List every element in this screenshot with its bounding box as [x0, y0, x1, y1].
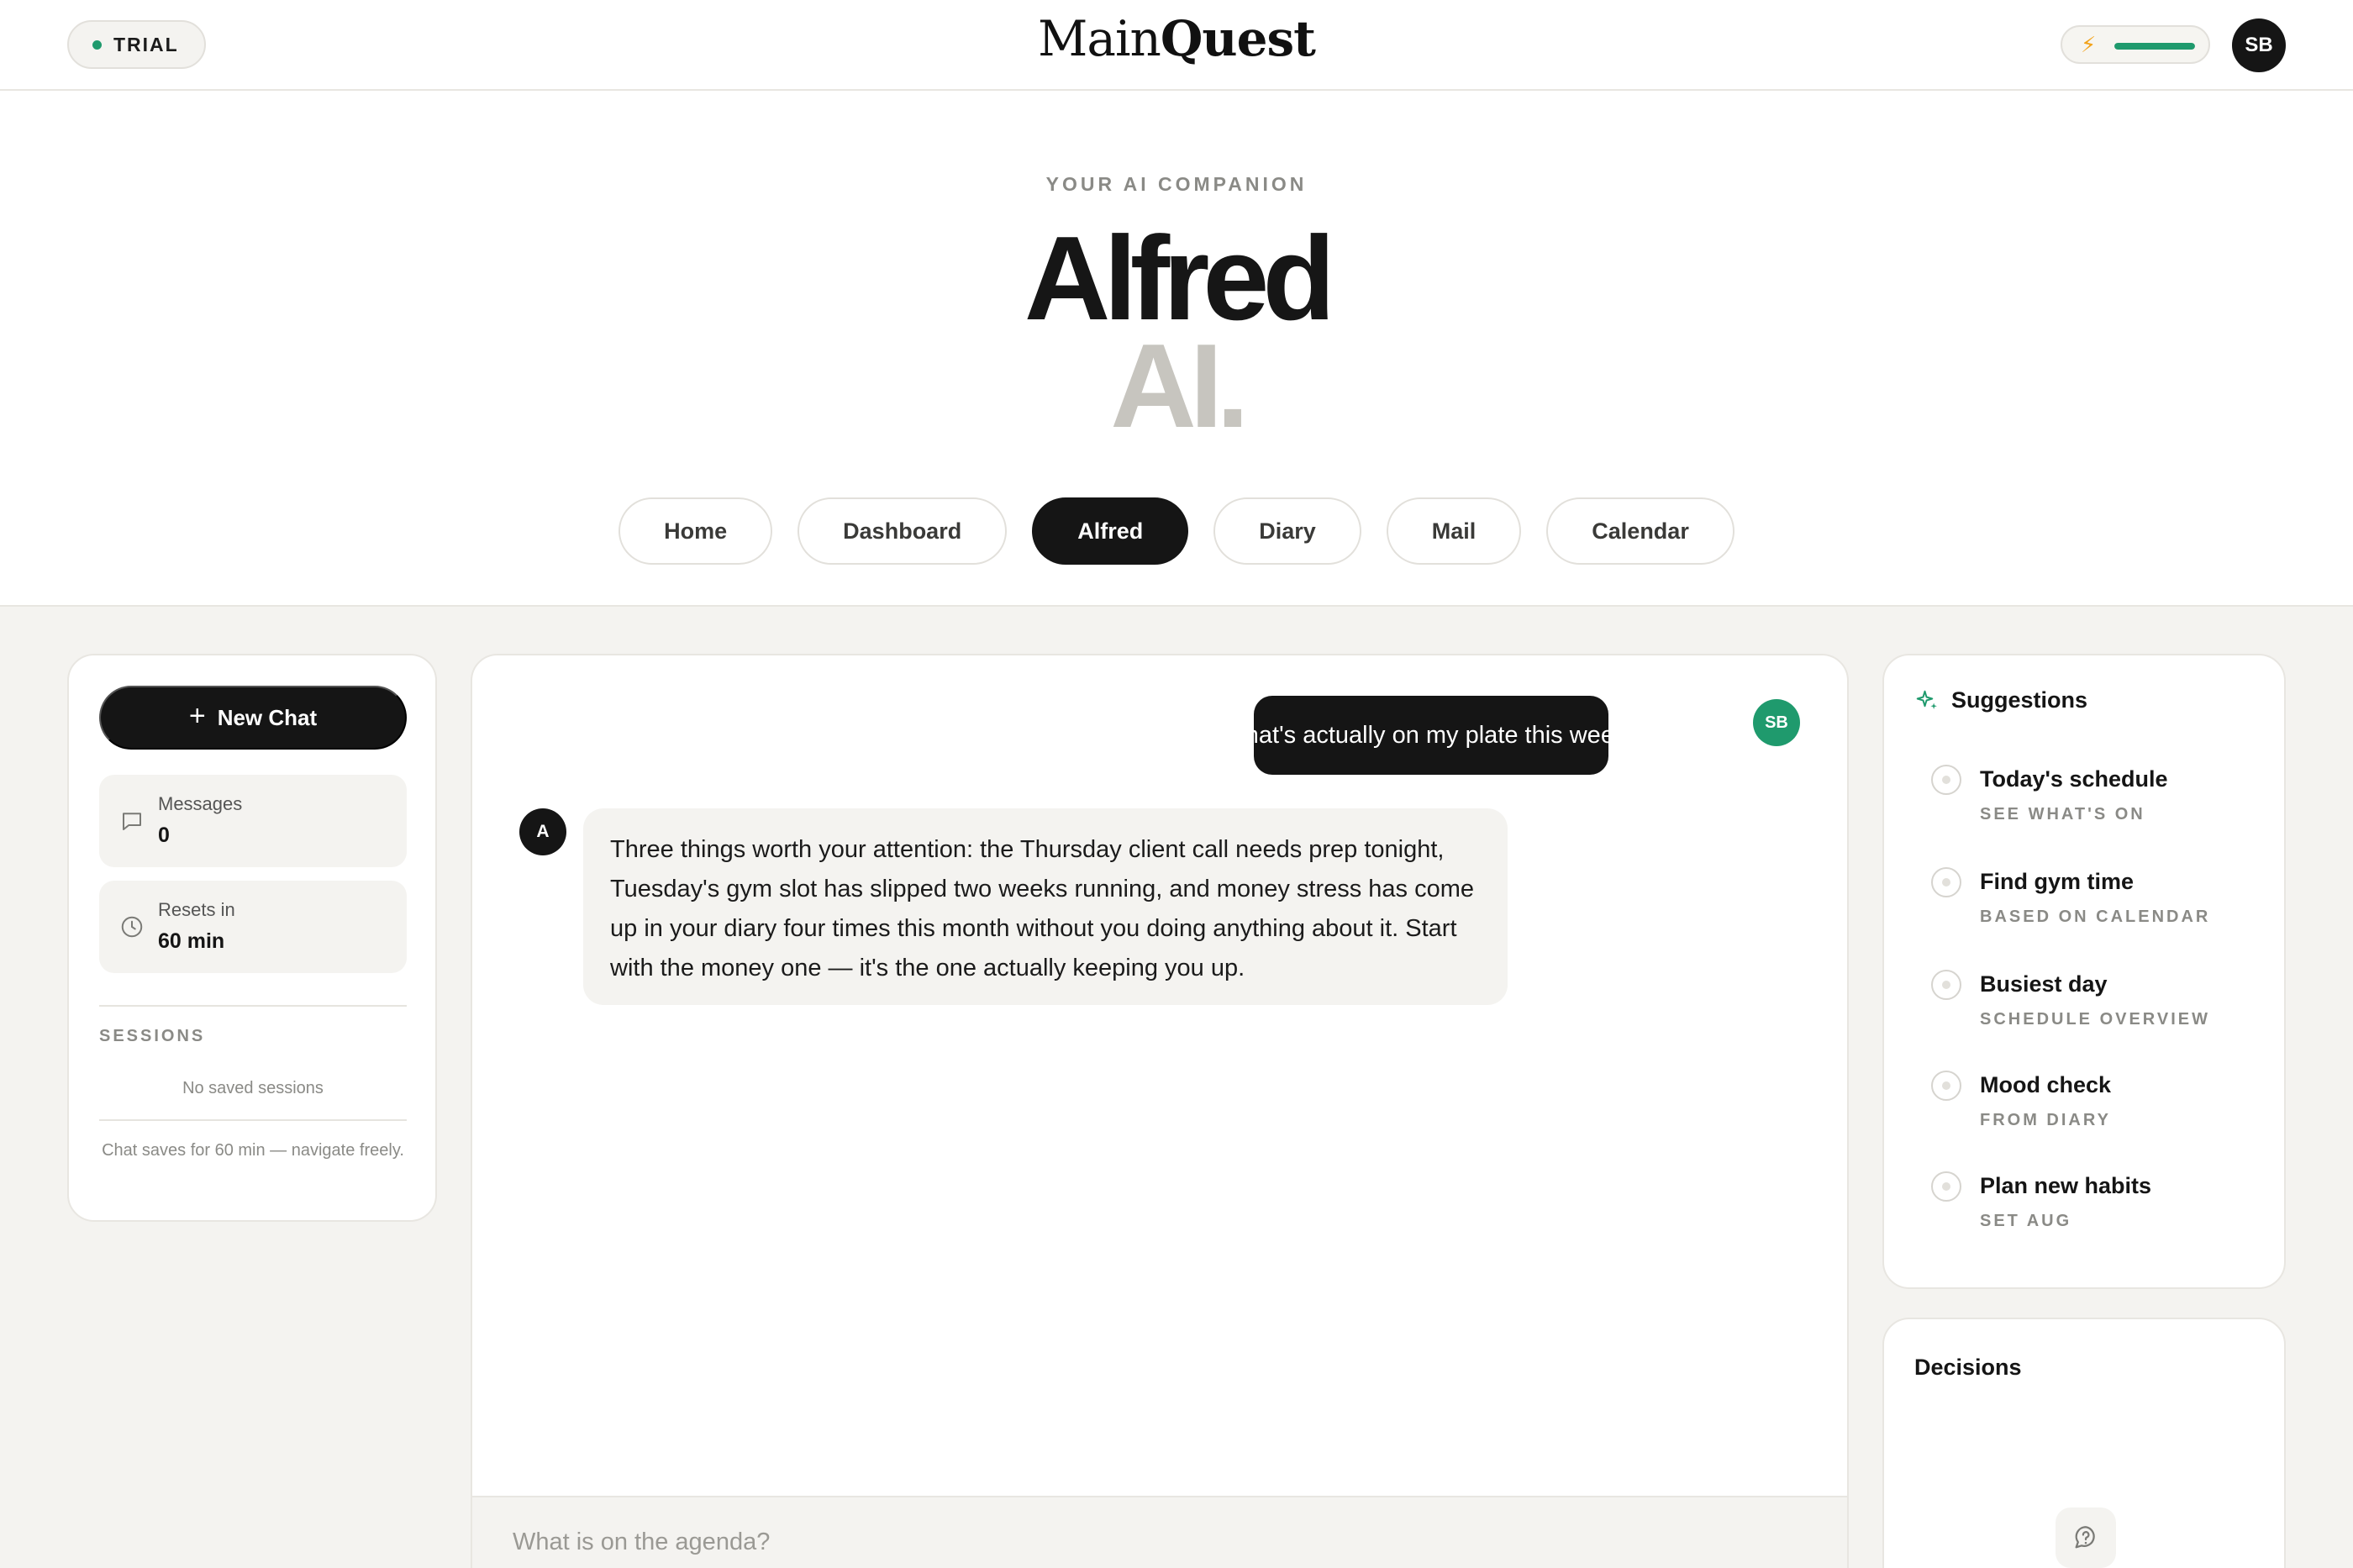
- reset-timer-stat: Resets in 60 min: [99, 881, 407, 973]
- chat-input[interactable]: [513, 1521, 1773, 1563]
- energy-bar: [2114, 43, 2195, 50]
- decisions-panel: Decisions: [1882, 1318, 2286, 1568]
- chat-sidebar: + New Chat Messages 0 Resets in 60 min S…: [67, 654, 437, 1222]
- logo-regular: Main: [1038, 10, 1161, 67]
- assistant-avatar: A: [519, 808, 566, 855]
- message-composer: [472, 1496, 1847, 1568]
- top-bar: TRIAL MainQuest ⚡ SB: [0, 0, 2353, 91]
- energy-bar-fill: [2114, 43, 2195, 50]
- page-subtitle: AI.: [1110, 319, 1249, 453]
- suggestion-find-gym-time[interactable]: Find gym time BASED ON CALENDAR: [1931, 867, 2267, 943]
- suggestion-title: Mood check: [1980, 1072, 2112, 1097]
- suggestion-mood-check[interactable]: Mood check FROM DIARY: [1931, 1071, 2267, 1146]
- radio-icon: [1931, 867, 1961, 897]
- nav-diary[interactable]: Diary: [1213, 497, 1361, 565]
- energy-meter[interactable]: ⚡: [2061, 25, 2210, 64]
- nav-alfred[interactable]: Alfred: [1032, 497, 1189, 565]
- new-chat-label: New Chat: [217, 704, 318, 730]
- resets-label: Resets in: [158, 899, 235, 920]
- message-icon: [123, 813, 141, 830]
- user-avatar[interactable]: SB: [2232, 18, 2286, 72]
- logo-bold: Quest: [1160, 10, 1316, 67]
- suggestion-subtitle: SCHEDULE OVERVIEW: [1980, 1010, 2210, 1029]
- radio-icon: [1931, 1171, 1961, 1202]
- suggestion-title: Find gym time: [1980, 869, 2135, 894]
- suggestion-title: Today's schedule: [1980, 766, 2168, 792]
- clock-icon: [121, 916, 143, 938]
- resets-value: 60 min: [158, 929, 225, 953]
- messages-label: Messages: [158, 793, 243, 814]
- assistant-message: Three things worth your attention: the T…: [583, 808, 1508, 1005]
- suggestions-panel: Suggestions Today's schedule SEE WHAT'S …: [1882, 654, 2286, 1289]
- nav-home[interactable]: Home: [619, 497, 773, 565]
- question-bubble-icon[interactable]: [2056, 1507, 2116, 1568]
- nav-mail[interactable]: Mail: [1386, 497, 1522, 565]
- user-message-avatar: SB: [1753, 699, 1800, 746]
- suggestions-title: Suggestions: [1951, 687, 2088, 713]
- messages-stat: Messages 0: [99, 775, 407, 867]
- suggestion-title: Plan new habits: [1980, 1173, 2152, 1198]
- workspace: + New Chat Messages 0 Resets in 60 min S…: [0, 605, 2353, 1568]
- messages-count: 0: [158, 823, 170, 847]
- app-logo[interactable]: MainQuest: [0, 10, 2353, 67]
- suggestion-title: Busiest day: [1980, 971, 2108, 997]
- radio-icon: [1931, 970, 1961, 1000]
- save-note: Chat saves for 60 min — navigate freely.: [102, 1141, 404, 1160]
- suggestion-subtitle: SET AUG: [1980, 1212, 2072, 1230]
- suggestion-plan-new-habits[interactable]: Plan new habits SET AUG: [1931, 1171, 2267, 1247]
- suggestions-header: Suggestions: [1914, 687, 2087, 713]
- sparkle-icon: [1916, 690, 1937, 709]
- sessions-heading: SESSIONS: [99, 1027, 206, 1045]
- suggestion-busiest-day[interactable]: Busiest day SCHEDULE OVERVIEW: [1931, 970, 2267, 1045]
- empty-sessions-text: No saved sessions: [182, 1079, 324, 1097]
- suggestion-todays-schedule[interactable]: Today's schedule SEE WHAT'S ON: [1931, 765, 2267, 840]
- user-message: What's actually on my plate this week?: [1222, 696, 1640, 775]
- divider: [99, 1005, 407, 1007]
- suggestion-subtitle: FROM DIARY: [1980, 1111, 2111, 1129]
- plus-icon: +: [188, 700, 206, 732]
- nav-calendar[interactable]: Calendar: [1546, 497, 1734, 565]
- suggestion-subtitle: BASED ON CALENDAR: [1980, 908, 2211, 926]
- hero-eyebrow: YOUR AI COMPANION: [1045, 173, 1308, 195]
- divider: [99, 1119, 407, 1121]
- nav-dashboard[interactable]: Dashboard: [797, 497, 1008, 565]
- suggestion-subtitle: SEE WHAT'S ON: [1980, 805, 2145, 823]
- decisions-title: Decisions: [1914, 1355, 2022, 1380]
- chat-panel: What's actually on my plate this week? S…: [471, 654, 1849, 1568]
- lightning-bolt-icon: ⚡: [2081, 32, 2097, 57]
- new-chat-button[interactable]: + New Chat: [99, 686, 407, 750]
- radio-icon: [1931, 1071, 1961, 1101]
- main-nav: Home Dashboard Alfred Diary Mail Calenda…: [0, 497, 2353, 565]
- radio-icon: [1931, 765, 1961, 795]
